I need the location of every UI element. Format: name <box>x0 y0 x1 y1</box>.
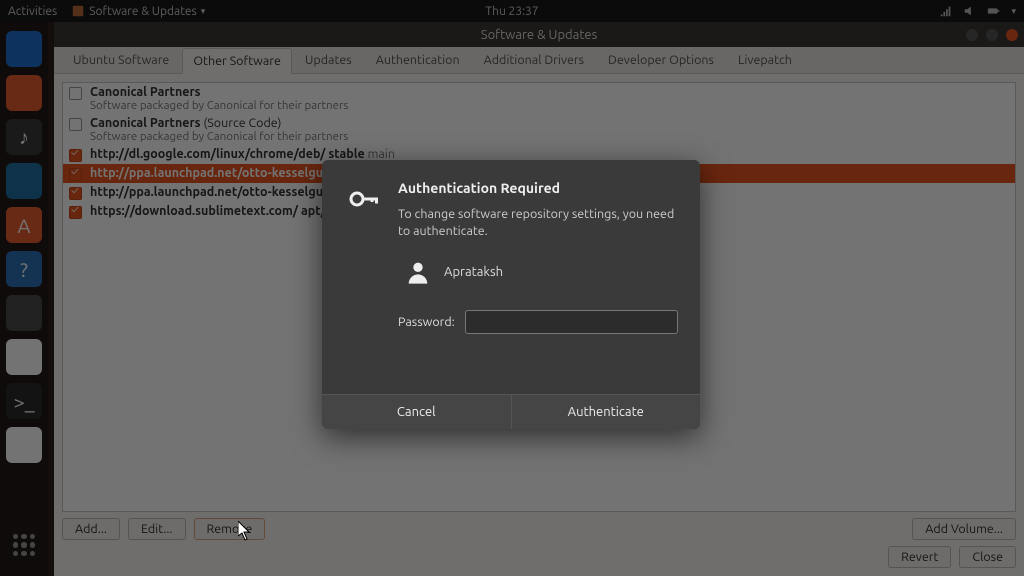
close-window-button[interactable]: Close <box>959 546 1016 568</box>
dock-libreoffice-writer[interactable] <box>3 160 45 202</box>
repo-title: Canonical Partners <box>90 85 1009 99</box>
password-label: Password: <box>398 315 455 329</box>
firefox-icon <box>6 427 42 463</box>
repo-checkbox[interactable] <box>69 206 82 219</box>
repo-checkbox[interactable] <box>69 118 82 131</box>
dock-sublime-text[interactable] <box>3 292 45 334</box>
repo-checkbox[interactable] <box>69 149 82 162</box>
auth-message: To change software repository settings, … <box>398 206 678 240</box>
dock-firefox[interactable] <box>3 424 45 466</box>
repo-title: http://dl.google.com/linux/chrome/deb/ s… <box>90 147 1009 161</box>
repo-row[interactable]: Canonical PartnersSoftware packaged by C… <box>63 83 1015 114</box>
battery-icon[interactable] <box>987 4 1001 18</box>
user-icon <box>404 258 432 286</box>
add-volume-button[interactable]: Add Volume... <box>912 518 1016 540</box>
tab-ubuntu-software[interactable]: Ubuntu Software <box>62 47 180 73</box>
revert-button[interactable]: Revert <box>888 546 951 568</box>
thunderbird-icon <box>6 31 42 67</box>
tab-developer-options[interactable]: Developer Options <box>597 47 725 73</box>
dock-ubuntu-software[interactable]: A <box>3 204 45 246</box>
auth-dialog: Authentication Required To change softwa… <box>322 160 700 429</box>
system-menu-chevron-icon[interactable]: ▾ <box>1011 6 1016 17</box>
rhythmbox-icon: ♪ <box>6 119 42 155</box>
tab-other-software[interactable]: Other Software <box>182 48 292 74</box>
window-titlebar: Software & Updates <box>54 22 1024 47</box>
volume-icon[interactable] <box>963 4 977 18</box>
chevron-down-icon: ▾ <box>201 6 206 17</box>
tab-additional-drivers[interactable]: Additional Drivers <box>473 47 595 73</box>
window-title: Software & Updates <box>481 28 597 42</box>
top-panel: Activities Software & Updates ▾ Thu 23:3… <box>0 0 1024 22</box>
dock: ♪ A? >_ <box>0 22 48 576</box>
authenticate-button[interactable]: Authenticate <box>512 395 701 429</box>
dock-chrome[interactable] <box>3 336 45 378</box>
dock-terminal[interactable]: >_ <box>3 380 45 422</box>
sublime-text-icon <box>6 295 42 331</box>
repo-title: Canonical Partners (Source Code) <box>90 116 1009 130</box>
auth-user-row: Aprataksh <box>404 258 678 286</box>
auth-title: Authentication Required <box>398 180 678 196</box>
dock-help[interactable]: ? <box>3 248 45 290</box>
app-menu-icon <box>71 4 85 18</box>
dock-thunderbird[interactable] <box>3 28 45 70</box>
network-icon[interactable] <box>939 4 953 18</box>
repo-subtitle: Software packaged by Canonical for their… <box>90 130 1009 143</box>
minimize-button[interactable] <box>966 29 978 41</box>
window-action-bar: Revert Close <box>54 546 1024 576</box>
edit-button[interactable]: Edit... <box>128 518 186 540</box>
cancel-button[interactable]: Cancel <box>322 395 512 429</box>
repo-subtitle: Software packaged by Canonical for their… <box>90 99 1009 112</box>
terminal-icon: >_ <box>6 383 42 419</box>
maximize-button[interactable] <box>986 29 998 41</box>
add-button[interactable]: Add... <box>62 518 120 540</box>
clock[interactable]: Thu 23:37 <box>485 5 538 18</box>
ubuntu-software-icon: A <box>6 207 42 243</box>
key-icon <box>344 180 382 218</box>
libreoffice-writer-icon <box>6 163 42 199</box>
tab-livepatch[interactable]: Livepatch <box>727 47 803 73</box>
tab-bar: Ubuntu SoftwareOther SoftwareUpdatesAuth… <box>54 47 1024 74</box>
tab-authentication[interactable]: Authentication <box>365 47 471 73</box>
help-icon: ? <box>6 251 42 287</box>
password-input[interactable] <box>465 310 678 334</box>
remove-button[interactable]: Remove <box>194 518 266 540</box>
chrome-icon <box>6 339 42 375</box>
activities-button[interactable]: Activities <box>8 5 57 18</box>
list-action-bar: Add... Edit... Remove Add Volume... <box>54 512 1024 546</box>
app-menu[interactable]: Software & Updates ▾ <box>71 4 205 18</box>
close-button[interactable] <box>1006 29 1018 41</box>
repo-row[interactable]: Canonical Partners (Source Code)Software… <box>63 114 1015 145</box>
tab-updates[interactable]: Updates <box>294 47 363 73</box>
auth-username: Aprataksh <box>444 265 503 279</box>
show-applications-button[interactable] <box>3 524 45 566</box>
dock-files[interactable] <box>3 72 45 114</box>
repo-checkbox[interactable] <box>69 187 82 200</box>
repo-checkbox[interactable] <box>69 87 82 100</box>
files-icon <box>6 75 42 111</box>
dock-rhythmbox[interactable]: ♪ <box>3 116 45 158</box>
repo-checkbox[interactable] <box>69 168 82 181</box>
